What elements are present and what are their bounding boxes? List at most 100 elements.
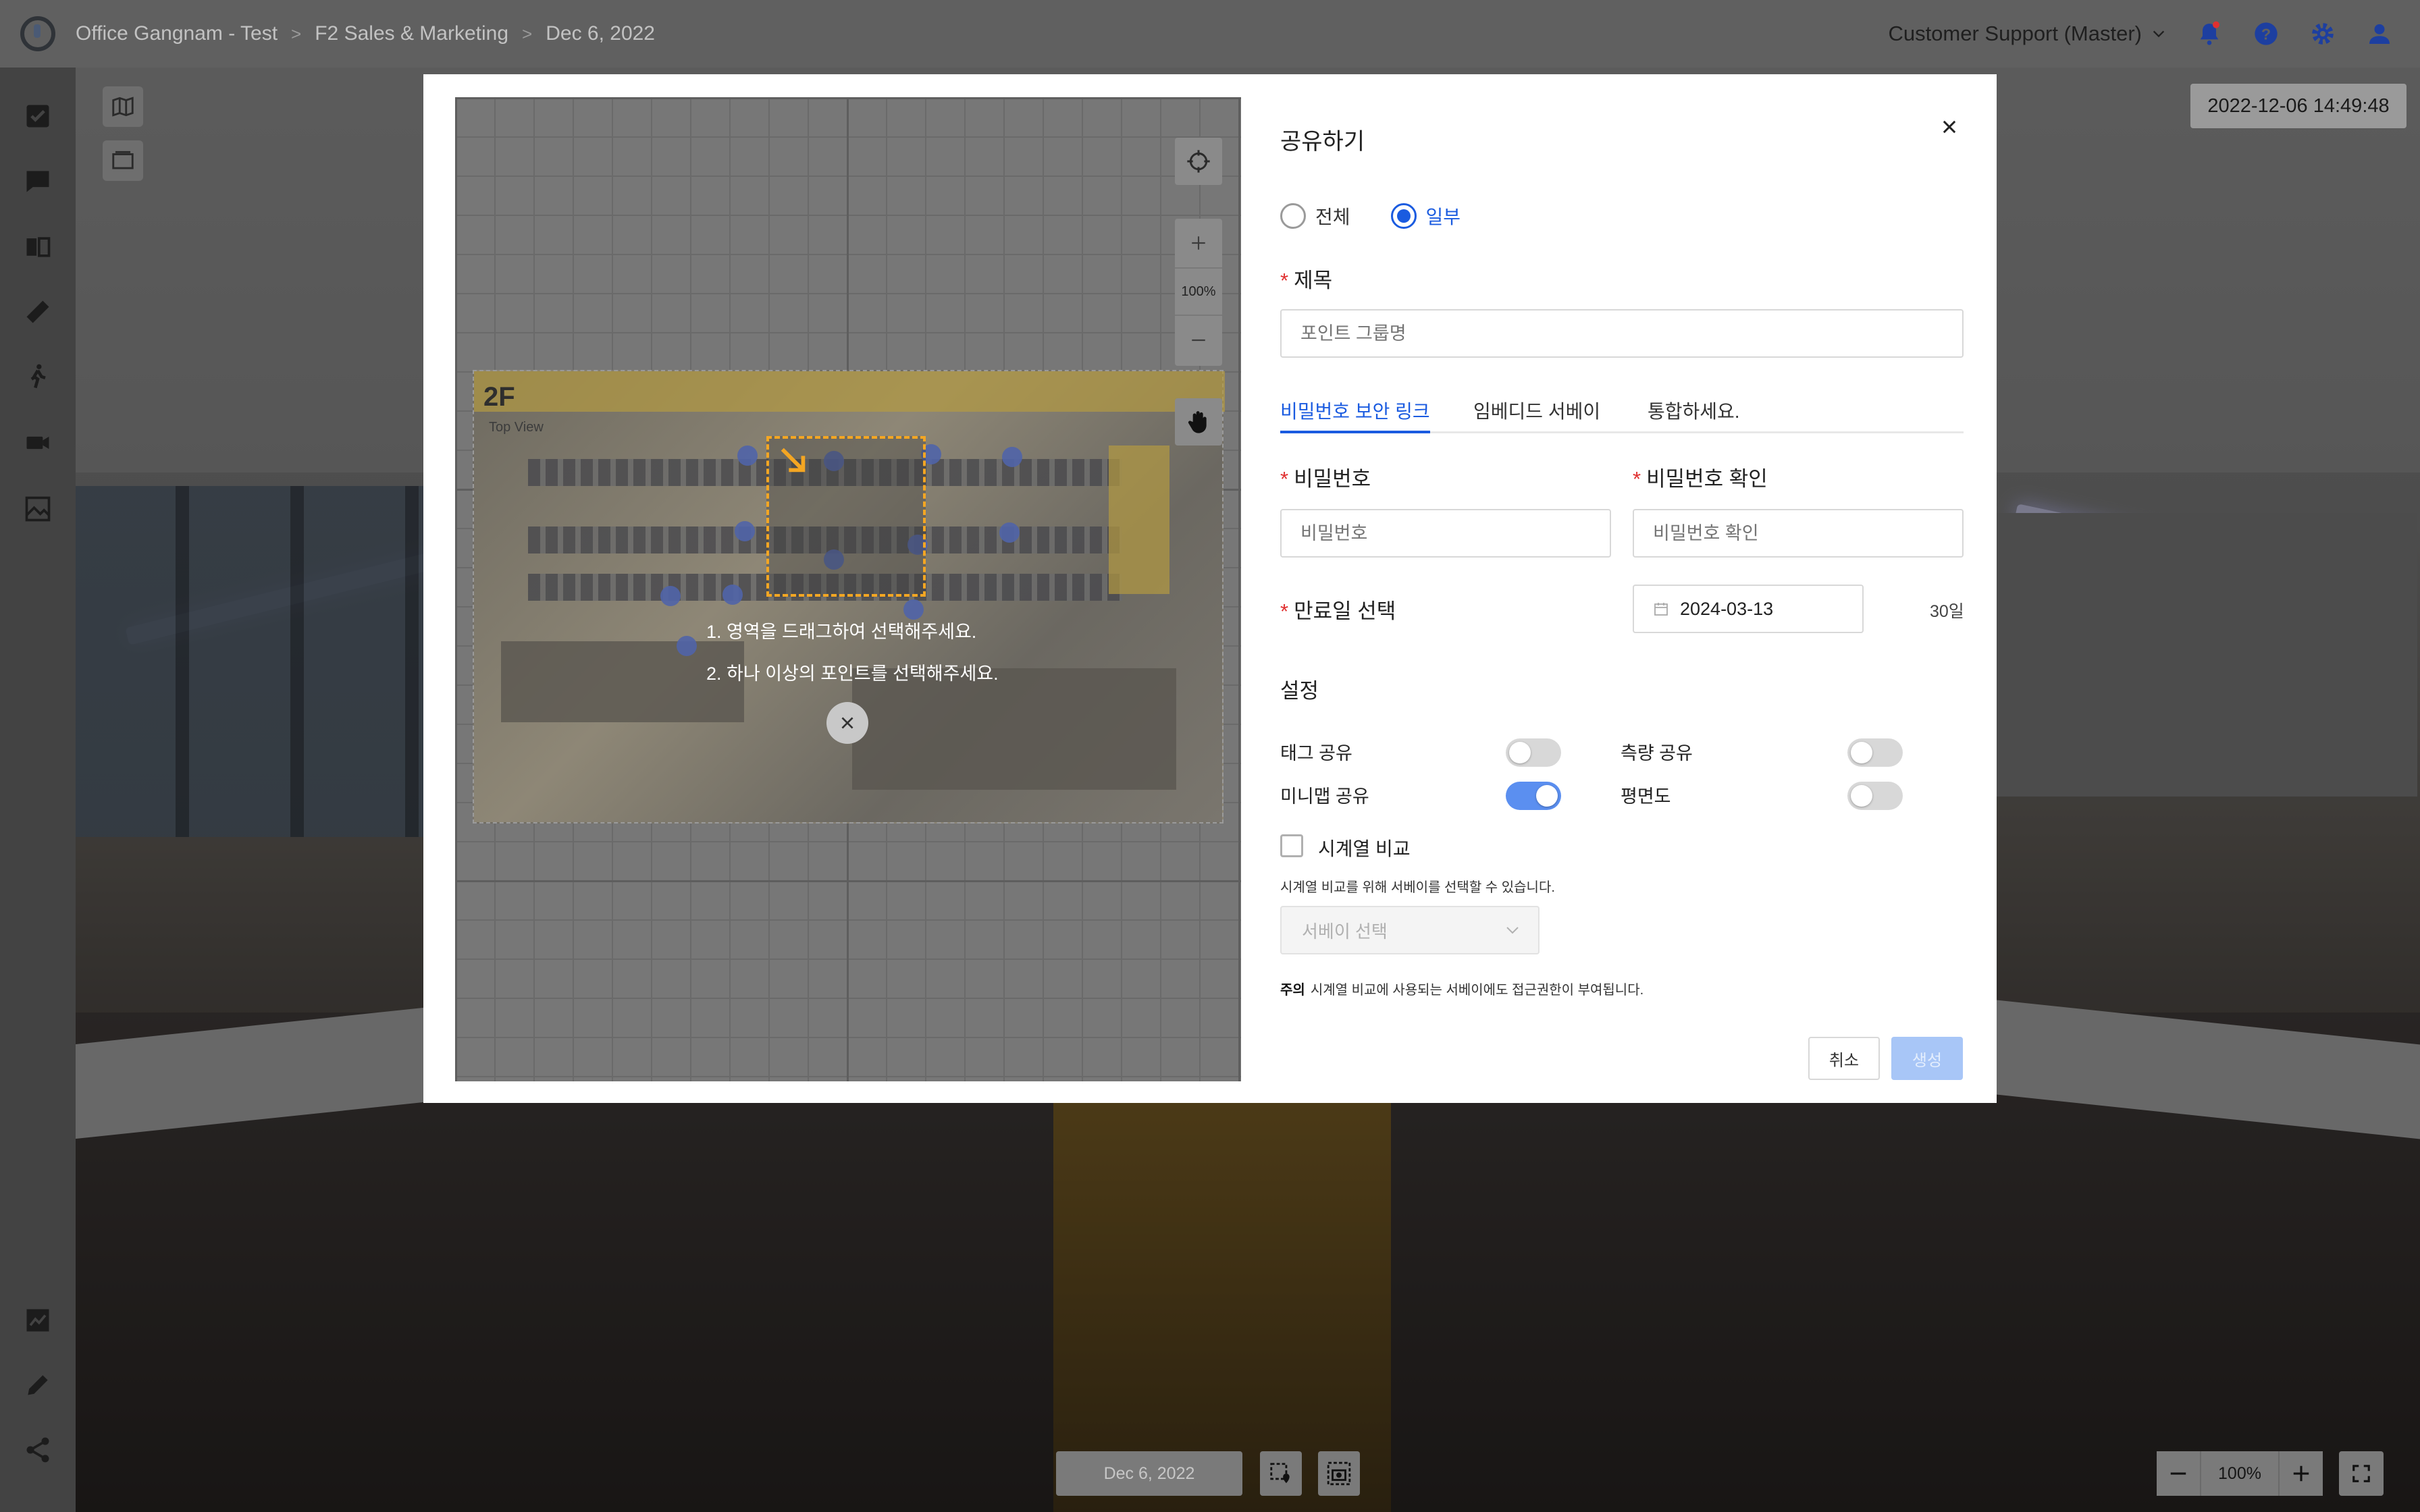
layers-toggle-button[interactable]	[103, 140, 143, 181]
scope-all-radio[interactable]	[1280, 203, 1306, 229]
app-logo[interactable]	[0, 0, 76, 68]
title-input[interactable]	[1280, 309, 1964, 358]
map-recenter-button[interactable]	[1175, 138, 1222, 185]
minimap-panel[interactable]: 2F Top View 1. 영역을 드래그하여 선택해주세요. 2. 하나 이…	[455, 97, 1241, 1081]
scope-partial-radio[interactable]	[1390, 203, 1417, 229]
floorplan-room	[852, 668, 1176, 790]
plus-icon	[1192, 236, 1205, 250]
survey-date-selector[interactable]: Dec 6, 2022	[1056, 1451, 1242, 1496]
breadcrumb-site[interactable]: Office Gangnam - Test	[76, 22, 278, 45]
scan-point[interactable]	[1002, 447, 1022, 467]
share-scope-radio-group: 전체 일부	[1280, 202, 1501, 230]
create-button[interactable]: 생성	[1891, 1037, 1963, 1080]
measure-share-label: 측량 공유	[1621, 743, 1693, 763]
scan-point[interactable]	[677, 636, 697, 656]
minimap-share-toggle[interactable]	[1506, 782, 1561, 810]
scan-point[interactable]	[735, 521, 755, 541]
zoom-out-button[interactable]	[2157, 1451, 2200, 1496]
scan-point[interactable]	[722, 585, 743, 605]
drag-arrow-icon	[781, 448, 806, 473]
measure-share-toggle[interactable]	[1847, 738, 1903, 767]
fullscreen-button[interactable]	[2339, 1451, 2384, 1496]
scope-partial-label[interactable]: 일부	[1426, 202, 1461, 230]
scope-all-label[interactable]: 전체	[1315, 202, 1350, 230]
map-toggle-button[interactable]	[103, 86, 143, 127]
image-compare-icon[interactable]	[23, 494, 53, 524]
instruction-step-2: 2. 하나 이상의 포인트를 선택해주세요.	[706, 664, 999, 684]
breadcrumb-separator-icon: >	[291, 23, 302, 44]
area-pin-button[interactable]	[1260, 1451, 1302, 1496]
survey-select-placeholder: 서베이 선택	[1302, 921, 1388, 942]
ruler-icon[interactable]	[23, 297, 53, 327]
breadcrumb-floor[interactable]: F2 Sales & Marketing	[315, 22, 508, 45]
account-name: Customer Support (Master)	[1888, 22, 2142, 45]
tab-embedded-survey[interactable]: 임베디드 서베이	[1473, 397, 1600, 433]
timeline-compare-checkbox[interactable]	[1280, 834, 1303, 857]
password-confirm-label: * 비밀번호 확인	[1633, 467, 1768, 491]
left-sidebar	[0, 68, 76, 1512]
password-label: * 비밀번호	[1280, 467, 1371, 491]
share-form: 공유하기 전체 일부 *제목 비밀번호 보안 링크 임베디드 서베이 통합하세요…	[1280, 74, 1966, 1103]
access-note: 주의 시계열 비교에 사용되는 서베이에도 접근권한이 부여됩니다.	[1280, 979, 1643, 998]
instruction-close-button[interactable]	[826, 702, 868, 744]
close-icon	[1943, 120, 1956, 134]
expiry-date-value: 2024-03-13	[1680, 598, 1774, 619]
map-icon	[112, 97, 134, 117]
share-icon[interactable]	[23, 1435, 53, 1465]
map-pan-button[interactable]	[1175, 398, 1222, 446]
scan-point[interactable]	[999, 522, 1020, 543]
account-selector[interactable]: Customer Support (Master)	[1888, 22, 2166, 46]
scan-point[interactable]	[660, 586, 681, 606]
survey-select[interactable]: 서베이 선택	[1280, 906, 1540, 954]
settings-section-title: 설정	[1280, 679, 1319, 703]
chevron-down-icon	[2153, 30, 2165, 38]
capture-timestamp: 2022-12-06 14:49:48	[2190, 84, 2406, 128]
instruction-step-1: 1. 영역을 드래그하여 선택해주세요.	[706, 622, 977, 642]
password-input[interactable]	[1280, 509, 1611, 558]
expiry-days: 30일	[1930, 602, 1964, 621]
tab-password-link[interactable]: 비밀번호 보안 링크	[1280, 397, 1430, 433]
breadcrumb-date[interactable]: Dec 6, 2022	[546, 22, 655, 45]
breadcrumb-separator-icon: >	[522, 23, 533, 44]
map-zoom-level: 100%	[1175, 267, 1222, 316]
hand-icon	[1188, 411, 1207, 433]
video-icon[interactable]	[23, 428, 53, 458]
password-confirm-input[interactable]	[1633, 509, 1964, 558]
zoom-in-button[interactable]	[2280, 1451, 2323, 1496]
access-note-text: 시계열 비교에 사용되는 서베이에도 접근권한이 부여됩니다.	[1310, 983, 1644, 998]
layers-icon	[112, 151, 134, 169]
breadcrumb: Office Gangnam - Test > F2 Sales & Marke…	[76, 22, 655, 45]
expiry-label: * 만료일 선택	[1280, 599, 1396, 623]
map-zoom-in-button[interactable]	[1175, 219, 1222, 267]
zoom-level: 100%	[2200, 1451, 2280, 1496]
modal-close-button[interactable]	[1936, 113, 1963, 140]
notification-bell-icon[interactable]	[2196, 20, 2223, 47]
expiry-date-picker[interactable]: 2024-03-13	[1633, 585, 1864, 633]
help-icon[interactable]: ?	[2253, 20, 2280, 47]
floorplan-shading	[474, 371, 1225, 412]
area-camera-icon	[1327, 1461, 1351, 1486]
tag-share-toggle[interactable]	[1506, 738, 1561, 767]
pencil-icon[interactable]	[23, 1370, 53, 1400]
map-zoom-out-button[interactable]	[1175, 316, 1222, 364]
comment-icon[interactable]	[23, 166, 53, 196]
minus-icon	[2170, 1472, 2186, 1475]
floorplan-toggle[interactable]	[1847, 782, 1903, 810]
modal-title: 공유하기	[1280, 129, 1365, 155]
settings-gear-icon[interactable]	[2309, 20, 2336, 47]
chevron-down-icon	[1506, 927, 1519, 934]
scan-point[interactable]	[737, 446, 758, 466]
compare-icon[interactable]	[23, 232, 53, 262]
timeline-compare-label[interactable]: 시계열 비교	[1318, 834, 1411, 861]
tab-integrate[interactable]: 통합하세요.	[1648, 397, 1740, 433]
cancel-button[interactable]: 취소	[1808, 1037, 1880, 1080]
checklist-icon[interactable]	[23, 101, 53, 131]
crosshair-icon	[1187, 150, 1210, 173]
walk-icon[interactable]	[23, 362, 53, 392]
user-icon[interactable]	[2366, 20, 2393, 47]
chart-icon[interactable]	[23, 1305, 53, 1335]
fullscreen-icon	[2352, 1465, 2370, 1482]
area-capture-button[interactable]	[1318, 1451, 1360, 1496]
tag-share-label: 태그 공유	[1280, 743, 1352, 763]
selection-area[interactable]	[766, 436, 926, 597]
